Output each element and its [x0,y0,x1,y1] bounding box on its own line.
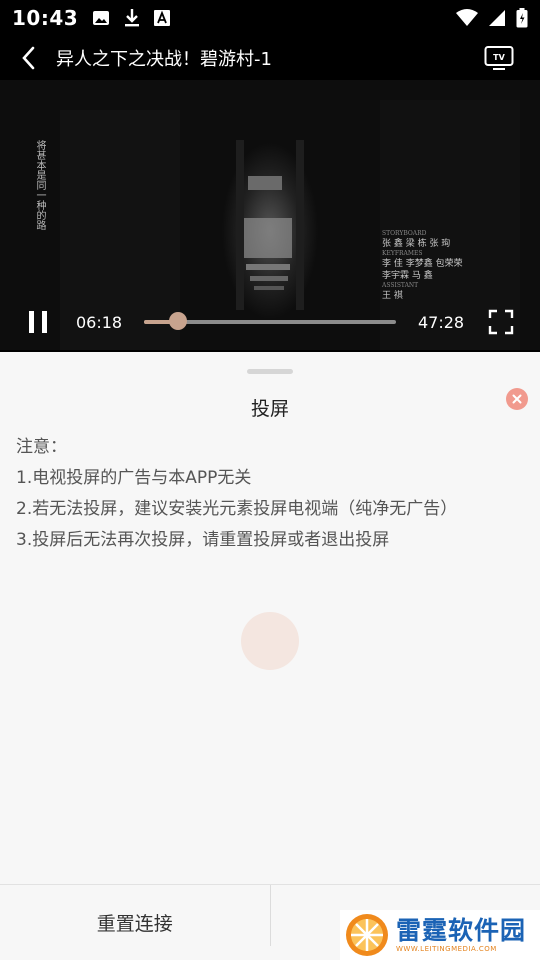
close-sheet-button[interactable] [506,388,528,410]
reset-connection-button[interactable]: 重置连接 [0,885,270,960]
note-line: 注意： [16,437,67,457]
credit-names: 张 鑫 梁 栋 张 珣 [382,239,451,249]
cast-tv-button[interactable]: TV [484,44,514,72]
close-icon [512,394,522,404]
cast-notes: 注意： 1.电视投屏的广告与本APP无关 2.若无法投屏，建议安装光元素投屏电视… [16,432,457,556]
progress-bar[interactable] [144,312,396,330]
back-button[interactable] [0,36,56,80]
watermark-sub: WWW.LEITINGMEDIA.COM [396,945,497,953]
video-title: 异人之下之决战！碧游村-1 [56,49,272,70]
font-a-icon [154,10,171,26]
player-controls: 06:18 47:28 [0,300,540,344]
watermark-text: 雷霆软件园 WWW.LEITINGMEDIA.COM [396,916,527,954]
status-right-icons [456,8,528,28]
sheet-drag-handle[interactable] [247,369,293,374]
credit-names: 李宇霖 马 鑫 [382,271,433,281]
fullscreen-icon [488,309,514,335]
progress-thumb[interactable] [168,312,187,330]
pause-icon [29,311,47,333]
credit-role: STORYBOARD [382,230,427,237]
status-left-icons [92,8,171,28]
credit-role: ASSISTANT [382,282,419,289]
watermark: 雷霆软件园 WWW.LEITINGMEDIA.COM [340,910,540,960]
credit-role: KEYFRAMES [382,250,423,257]
sheet-title: 投屏 [250,398,289,420]
player-top-bar: 异人之下之决战！碧游村-1 TV [0,36,540,80]
tv-icon: TV [484,46,514,70]
status-time: 10:43 [12,6,79,30]
download-icon [125,9,140,27]
video-credits: STORYBOARD 张 鑫 梁 栋 张 珣 KEYFRAMES 李 佳 李梦鑫… [382,230,463,302]
note-line: 2.若无法投屏，建议安装光元素投屏电视端（纯净无广告） [16,499,458,519]
status-bar: 10:43 [0,0,540,36]
chevron-left-icon [22,46,35,70]
credit-names: 李 佳 李梦鑫 包荣荣 [382,259,463,269]
note-line: 1.电视投屏的广告与本APP无关 [16,468,252,488]
fullscreen-button[interactable] [488,309,514,335]
signal-icon [489,10,505,26]
battery-icon [516,8,528,28]
note-line: 3.投屏后无法再次投屏，请重置投屏或者退出投屏 [16,530,390,550]
video-vertical-caption: 将甚本是同一种的路 [34,140,45,230]
pause-button[interactable] [0,310,76,334]
cast-sheet: 投屏 注意： 1.电视投屏的广告与本APP无关 2.若无法投屏，建议安装光元素投… [0,352,540,960]
screen: 10:43 异人之下之决战！碧游村-1 TV 将甚本是同一种的路 STORYBO… [0,0,540,960]
svg-text:TV: TV [493,53,505,62]
loading-indicator [241,612,299,670]
orange-logo-icon [346,914,388,956]
watermark-main: 雷霆软件园 [396,916,527,945]
image-icon [93,11,110,25]
wifi-icon [456,9,478,26]
current-time: 06:18 [76,312,123,332]
total-time: 47:28 [418,312,465,332]
